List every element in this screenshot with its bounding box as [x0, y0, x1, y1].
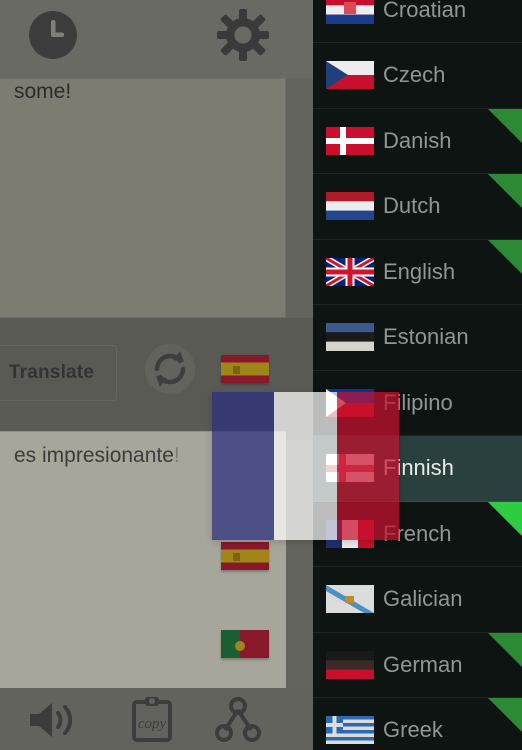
swap-languages-icon[interactable] [144, 343, 196, 395]
language-label: Croatian [383, 0, 467, 22]
language-row-czech[interactable]: Czech [313, 43, 522, 109]
language-row-danish[interactable]: Danish [313, 108, 522, 174]
language-label: Danish [383, 127, 452, 153]
language-label: Dutch [383, 193, 441, 219]
language-row-estonian[interactable]: Estonian [313, 305, 522, 371]
netherlands-flag [326, 192, 374, 221]
history-flag-portugal[interactable] [221, 630, 269, 658]
language-row-german[interactable]: German [313, 632, 522, 698]
top-toolbar [0, 0, 313, 78]
france-flag-large-overlay [212, 392, 399, 540]
flag-band-blue [212, 392, 275, 540]
gear-icon[interactable] [216, 8, 270, 62]
language-label: English [383, 258, 456, 284]
downloaded-badge-icon [488, 501, 522, 536]
denmark-flag [326, 126, 374, 155]
source-text-field[interactable] [0, 78, 286, 318]
speaker-icon[interactable] [24, 694, 80, 746]
czechia-flag [326, 61, 374, 90]
svg-text:copy: copy [138, 716, 167, 732]
share-nodes-icon[interactable] [210, 694, 266, 746]
galicia-flag [326, 585, 374, 614]
downloaded-badge-icon [488, 108, 522, 143]
result-text-main: es impresionante [14, 444, 174, 467]
language-row-english[interactable]: English [313, 239, 522, 305]
screen: some! Translate es impresionante! copy C… [0, 0, 522, 750]
history-flag-spain[interactable] [221, 542, 269, 570]
downloaded-badge-icon [488, 174, 522, 208]
translator-panel: some! Translate es impresionante! copy [0, 0, 313, 750]
result-text: es impresionante! [14, 444, 180, 468]
flag-band-red [336, 392, 399, 540]
language-label: Czech [383, 62, 446, 88]
source-text: some! [14, 80, 72, 103]
uk-flag [324, 255, 376, 289]
clipboard-copy-icon[interactable]: copy [124, 694, 180, 746]
language-label: Galician [383, 586, 463, 612]
language-row-galician[interactable]: Galician [313, 567, 522, 633]
language-label: German [383, 651, 463, 677]
translate-button-label: Translate [8, 362, 95, 383]
downloaded-badge-icon [488, 239, 522, 274]
greece-flag [326, 716, 374, 745]
language-row-dutch[interactable]: Dutch [313, 174, 522, 240]
language-list[interactable]: Croatian Czech Danish Dutch English Estonian F… [313, 0, 522, 750]
language-row-croatian[interactable]: Croatian [313, 0, 522, 43]
estonia-flag [326, 323, 374, 352]
croatia-flag [326, 0, 374, 24]
downloaded-badge-icon [488, 698, 522, 732]
language-label: Greek [383, 717, 443, 743]
germany-flag [326, 650, 374, 679]
flag-band-white [274, 392, 337, 540]
translate-button[interactable]: Translate [0, 345, 117, 401]
result-text-tail: ! [173, 444, 180, 467]
clock-icon[interactable] [27, 9, 79, 61]
language-label: Estonian [383, 324, 469, 350]
downloaded-badge-icon [488, 632, 522, 667]
language-row-greek[interactable]: Greek [313, 698, 522, 750]
source-language-flag[interactable] [221, 355, 269, 383]
